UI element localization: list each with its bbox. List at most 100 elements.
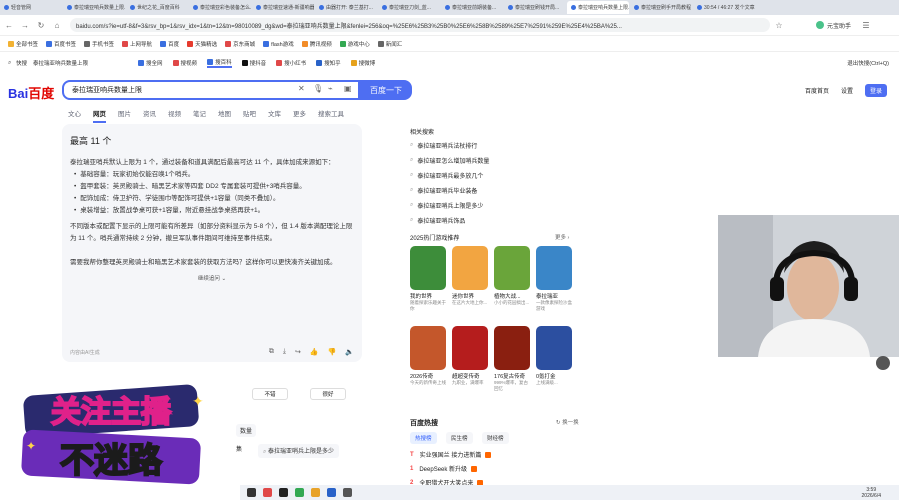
- search-tab[interactable]: 网页: [93, 108, 106, 123]
- quick-engine-item[interactable]: 搜知乎: [316, 58, 341, 68]
- bookmark-item[interactable]: 腾讯视频: [301, 40, 332, 48]
- quick-engine-item[interactable]: 搜视频: [172, 58, 197, 68]
- browser-tab[interactable]: 泰拉瑞亚刷手开局教程 第三...: [630, 1, 692, 14]
- hot-tab[interactable]: 民生榜: [446, 432, 473, 444]
- bookmark-item[interactable]: 新闻汇: [377, 40, 402, 48]
- image-search-icon[interactable]: ▣: [344, 84, 352, 93]
- suggest-chip[interactable]: 数量: [236, 424, 257, 437]
- thumbs-down-icon[interactable]: 👎: [328, 348, 337, 356]
- game-card[interactable]: 0氪打金 上线满级...: [536, 326, 572, 386]
- home-icon[interactable]: ⌂: [50, 18, 64, 32]
- game-card[interactable]: 迷你世界 在这片大地上你...: [452, 246, 488, 306]
- microphone-icon[interactable]: 🎙: [313, 84, 323, 93]
- related-search-item[interactable]: ⌕ 泰拉瑞亚哨兵法杖排行: [410, 141, 477, 150]
- continue-ask-button[interactable]: 继续追问 ⌄: [70, 274, 354, 282]
- settings-link[interactable]: 设置: [841, 86, 853, 95]
- app-icon[interactable]: [327, 488, 336, 497]
- game-card[interactable]: 2026传奇 今天的新传奇上线: [410, 326, 446, 386]
- related-search-item[interactable]: ⌕ 泰拉瑞亚哨兵饰品: [410, 216, 465, 225]
- browser-tab[interactable]: 世纪之花_百度百科: [126, 1, 188, 14]
- login-button[interactable]: 登录: [864, 84, 887, 97]
- search-tab[interactable]: 地图: [218, 108, 231, 123]
- app-icon[interactable]: [311, 488, 320, 497]
- quick-engine-item[interactable]: 搜小红书: [276, 58, 306, 68]
- bookmark-item[interactable]: 上网导航: [122, 40, 152, 48]
- back-icon[interactable]: ←: [2, 18, 16, 32]
- hot-tab[interactable]: 热搜榜: [410, 432, 437, 444]
- home-link[interactable]: 百度首页: [805, 86, 829, 95]
- refresh-icon[interactable]: ↻: [34, 18, 48, 32]
- suggest-chip[interactable]: ⌕ 泰拉瑞亚哨兵上限是多少: [258, 444, 340, 458]
- baidu-logo[interactable]: Bai百度: [8, 83, 54, 102]
- clear-icon[interactable]: ✕: [298, 84, 305, 93]
- search-button[interactable]: 百度一下: [360, 80, 412, 100]
- star-icon[interactable]: ☆: [772, 18, 786, 32]
- browser-tab[interactable]: 由器打开: 泰兰基打...: [315, 1, 377, 14]
- bookmark-item[interactable]: 京东商城: [225, 40, 255, 48]
- feedback-button-2[interactable]: 很好: [310, 388, 346, 400]
- related-search-item[interactable]: ⌕ 泰拉瑞亚哨兵最多放几个: [410, 171, 483, 180]
- browser-tab[interactable]: 泰拉瑞亚响兵数量上限...: [567, 1, 629, 14]
- thumbs-up-icon[interactable]: 👍: [310, 348, 319, 356]
- attachment-icon[interactable]: ⌁: [328, 84, 333, 93]
- search-tab[interactable]: 资讯: [143, 108, 156, 123]
- game-card[interactable]: 我的世界 随着探索乐趣关于你: [410, 246, 446, 312]
- browser-tab[interactable]: 30:54 / 46:27 发个文章的...: [693, 1, 755, 14]
- bookmark-item[interactable]: 手机书签: [84, 40, 114, 48]
- hot-list-item[interactable]: 1 DeepSeek 新升级: [410, 464, 478, 473]
- search-tab[interactable]: 视频: [168, 108, 181, 123]
- related-search-item[interactable]: ⌕ 泰拉瑞亚哨兵上限是多少: [410, 201, 483, 210]
- browser-tab[interactable]: 轻音管网: [0, 1, 62, 14]
- game-card[interactable]: 超超变传奇 九职业，满爆率: [452, 326, 488, 386]
- browser-tab[interactable]: 泰拉瑞亚前期装备...: [441, 1, 503, 14]
- quick-engine-item[interactable]: 搜微博: [350, 58, 375, 68]
- bookmark-item[interactable]: 全部书签: [8, 40, 38, 48]
- forward-icon[interactable]: →: [18, 18, 32, 32]
- search-tab[interactable]: 图片: [118, 108, 131, 123]
- speaker-icon[interactable]: 🔈: [345, 348, 354, 356]
- url-field[interactable]: baidu.com/s?ie=utf-8&f=3&rsv_bp=1&rsv_id…: [70, 18, 770, 32]
- related-search-item[interactable]: ⌕ 泰拉瑞亚怎么增加哨兵数量: [410, 156, 489, 165]
- menu-icon[interactable]: ☰: [859, 18, 873, 32]
- profile-button[interactable]: 元宝助手: [816, 21, 851, 30]
- browser-tab[interactable]: 泰拉瑞亚刀剑_蓝...: [378, 1, 440, 14]
- bookmark-item[interactable]: 百度书签: [46, 40, 76, 48]
- bookmark-item[interactable]: 游戏中心: [339, 40, 370, 48]
- search-tab[interactable]: 文库: [268, 108, 281, 123]
- quick-engine-item[interactable]: 搜抖音: [241, 58, 266, 68]
- bookmark-item[interactable]: 天猫精选: [187, 40, 217, 48]
- game-thumbnail: [410, 326, 446, 370]
- app-icon[interactable]: [279, 488, 288, 497]
- browser-tab[interactable]: 泰拉瑞亚彩色装备怎么...: [189, 1, 251, 14]
- related-search-item[interactable]: ⌕ 泰拉瑞亚哨兵毕业装备: [410, 186, 477, 195]
- bookmark-item[interactable]: flash游戏: [263, 40, 294, 48]
- app-icon[interactable]: [295, 488, 304, 497]
- browser-tab[interactable]: 泰拉瑞亚刷钱开局...: [504, 1, 566, 14]
- feedback-button-1[interactable]: 不错: [252, 388, 288, 400]
- game-card[interactable]: 176复古传奇 999%爆率，复古回忆: [494, 326, 530, 392]
- hot-list-item[interactable]: T 实业强国兰 接力进新篇: [410, 450, 492, 459]
- search-tab[interactable]: 更多: [293, 108, 306, 123]
- copy-icon[interactable]: ⧉: [269, 348, 274, 356]
- hot-games-more-link[interactable]: 更多 ›: [555, 233, 569, 241]
- browser-tab[interactable]: 泰拉瑞亚速通-新疆响器...: [252, 1, 314, 14]
- search-icon: ⌕: [410, 187, 414, 193]
- quick-engine-item[interactable]: 搜全网: [138, 58, 163, 68]
- search-tab[interactable]: 搜索工具: [318, 108, 344, 123]
- share-icon[interactable]: ↪: [295, 348, 301, 356]
- game-card[interactable]: 泰拉瑞亚 一款像素探险沙盒游戏: [536, 246, 572, 312]
- browser-tab[interactable]: 泰拉瑞亚响兵数量上限...: [63, 1, 125, 14]
- game-card[interactable]: 植物大战... 小小的花园搞出...: [494, 246, 530, 306]
- bookmark-item[interactable]: 百度: [160, 40, 179, 48]
- quick-engine-item[interactable]: 搜百科: [207, 58, 232, 68]
- refresh-hot-button[interactable]: ↻ 换一换: [556, 418, 579, 426]
- exit-quick-search[interactable]: 退出快搜(Ctrl+Q): [847, 59, 889, 67]
- download-icon[interactable]: ⤓: [283, 348, 286, 356]
- app-icon[interactable]: [343, 488, 352, 497]
- hot-tab[interactable]: 财经榜: [482, 432, 509, 444]
- search-tab[interactable]: 文心: [68, 108, 81, 123]
- app-icon[interactable]: [263, 488, 272, 497]
- search-tab[interactable]: 贴吧: [243, 108, 256, 123]
- search-tab[interactable]: 笔记: [193, 108, 206, 123]
- start-icon[interactable]: [247, 488, 256, 497]
